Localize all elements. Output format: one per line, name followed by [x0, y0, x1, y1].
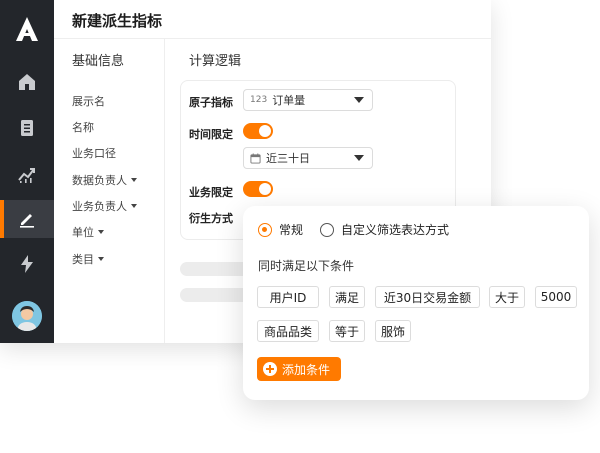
- add-condition-button[interactable]: 添加条件: [257, 357, 341, 381]
- derive-mode-label: 衍生方式: [189, 212, 233, 225]
- nav-home[interactable]: [0, 63, 54, 101]
- cond-field-chip[interactable]: 用户ID: [257, 286, 319, 308]
- skeleton-line: [180, 288, 250, 302]
- document-icon: [21, 120, 33, 136]
- cond-metric-chip[interactable]: 近30日交易金额: [375, 286, 480, 308]
- page-title: 新建派生指标: [72, 12, 163, 30]
- field-label: 数据负责人: [72, 174, 127, 187]
- field-name[interactable]: 名称: [72, 119, 94, 135]
- field-category[interactable]: 类目: [72, 251, 104, 267]
- field-label: 单位: [72, 226, 94, 239]
- field-biz-owner[interactable]: 业务负责人: [72, 198, 137, 214]
- field-data-owner[interactable]: 数据负责人: [72, 172, 137, 188]
- cond-value-chip[interactable]: 5000: [535, 286, 577, 308]
- caret-down-icon: [98, 230, 104, 234]
- skeleton-line: [180, 262, 250, 276]
- nav-lightning[interactable]: [0, 245, 54, 283]
- edit-icon: [20, 214, 34, 228]
- select-value: 订单量: [272, 94, 306, 107]
- home-icon: [19, 74, 35, 90]
- radio-label: 常规: [279, 223, 304, 237]
- field-label: 业务口径: [72, 147, 116, 160]
- field-label: 类目: [72, 253, 94, 266]
- caret-down-icon: [131, 178, 137, 182]
- field-label: 业务负责人: [72, 200, 127, 213]
- user-avatar-icon: [12, 301, 42, 331]
- basic-info-heading: 基础信息: [72, 54, 125, 69]
- caret-down-icon: [131, 204, 137, 208]
- radio-unchecked-icon: [320, 222, 334, 237]
- time-range-select[interactable]: 近三十日: [243, 147, 373, 169]
- radio-custom-expression[interactable]: 自定义筛选表达方式: [320, 221, 449, 238]
- cond-op-chip[interactable]: 等于: [329, 320, 365, 342]
- field-label: 展示名: [72, 95, 105, 108]
- condition-title: 同时满足以下条件: [258, 259, 355, 273]
- caret-down-icon: [98, 257, 104, 261]
- logo-icon: [16, 17, 38, 41]
- trend-icon: [18, 168, 35, 183]
- radio-checked-icon: [258, 222, 272, 237]
- triangle-down-icon: [354, 97, 364, 103]
- plus-circle-icon: [263, 362, 277, 376]
- biz-limit-toggle[interactable]: [243, 181, 273, 197]
- nav-trend[interactable]: [0, 155, 54, 193]
- avatar[interactable]: [12, 301, 42, 331]
- nav-edit[interactable]: [0, 200, 54, 238]
- button-label: 添加条件: [282, 362, 331, 377]
- time-limit-label: 时间限定: [189, 128, 233, 141]
- atomic-metric-select[interactable]: 123 订单量: [243, 89, 373, 111]
- sidebar: [0, 0, 54, 343]
- field-display-name[interactable]: 展示名: [72, 93, 105, 109]
- field-biz-caliber[interactable]: 业务口径: [72, 145, 116, 161]
- logic-heading: 计算逻辑: [189, 54, 242, 69]
- field-unit[interactable]: 单位: [72, 224, 104, 240]
- lightning-icon: [21, 255, 33, 273]
- cond-op-chip[interactable]: 满足: [329, 286, 365, 308]
- triangle-down-icon: [354, 155, 364, 161]
- divider: [54, 38, 491, 39]
- radio-normal[interactable]: 常规: [258, 221, 303, 238]
- cond-compare-chip[interactable]: 大于: [489, 286, 525, 308]
- biz-limit-label: 业务限定: [189, 186, 233, 199]
- atomic-metric-label: 原子指标: [189, 96, 233, 109]
- cond-field-chip[interactable]: 商品品类: [257, 320, 319, 342]
- calendar-icon: [250, 152, 261, 164]
- divider: [164, 39, 165, 343]
- radio-label: 自定义筛选表达方式: [341, 223, 450, 237]
- select-value: 近三十日: [266, 152, 310, 165]
- number-type-icon: 123: [250, 95, 268, 105]
- time-limit-toggle[interactable]: [243, 123, 273, 139]
- nav-document[interactable]: [0, 109, 54, 147]
- cond-value-chip[interactable]: 服饰: [375, 320, 411, 342]
- field-label: 名称: [72, 121, 94, 134]
